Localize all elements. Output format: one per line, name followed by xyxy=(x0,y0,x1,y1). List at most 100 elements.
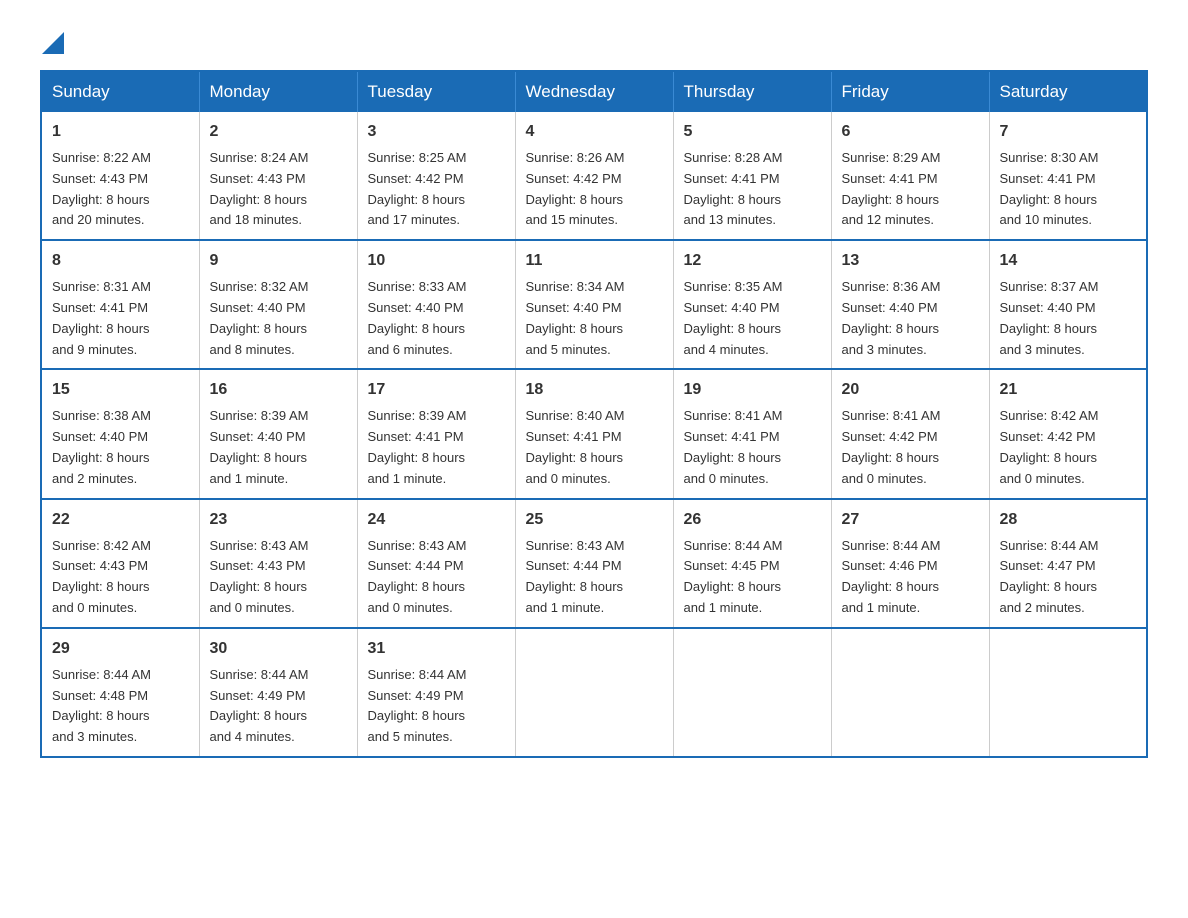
day-info: Sunrise: 8:42 AMSunset: 4:42 PMDaylight:… xyxy=(1000,406,1137,489)
calendar-cell: 2 Sunrise: 8:24 AMSunset: 4:43 PMDaylight… xyxy=(199,112,357,240)
calendar-table: SundayMondayTuesdayWednesdayThursdayFrid… xyxy=(40,70,1148,758)
day-number: 24 xyxy=(368,508,505,532)
calendar-cell: 27 Sunrise: 8:44 AMSunset: 4:46 PMDayligh… xyxy=(831,499,989,628)
day-info: Sunrise: 8:34 AMSunset: 4:40 PMDaylight:… xyxy=(526,277,663,360)
calendar-cell: 18 Sunrise: 8:40 AMSunset: 4:41 PMDayligh… xyxy=(515,369,673,498)
header-friday: Friday xyxy=(831,71,989,112)
day-info: Sunrise: 8:33 AMSunset: 4:40 PMDaylight:… xyxy=(368,277,505,360)
calendar-cell: 7 Sunrise: 8:30 AMSunset: 4:41 PMDaylight… xyxy=(989,112,1147,240)
day-number: 17 xyxy=(368,378,505,402)
day-info: Sunrise: 8:26 AMSunset: 4:42 PMDaylight:… xyxy=(526,148,663,231)
calendar-cell: 17 Sunrise: 8:39 AMSunset: 4:41 PMDayligh… xyxy=(357,369,515,498)
calendar-cell xyxy=(515,628,673,757)
calendar-cell: 22Sunrise: 8:42 AMSunset: 4:43 PMDayligh… xyxy=(41,499,199,628)
day-number: 10 xyxy=(368,249,505,273)
day-number: 8 xyxy=(52,249,189,273)
calendar-cell: 26Sunrise: 8:44 AMSunset: 4:45 PMDayligh… xyxy=(673,499,831,628)
day-info: Sunrise: 8:32 AMSunset: 4:40 PMDaylight:… xyxy=(210,277,347,360)
calendar-cell: 14 Sunrise: 8:37 AMSunset: 4:40 PMDayligh… xyxy=(989,240,1147,369)
day-info: Sunrise: 8:30 AMSunset: 4:41 PMDaylight:… xyxy=(1000,148,1137,231)
logo xyxy=(40,30,64,50)
calendar-cell: 9Sunrise: 8:32 AMSunset: 4:40 PMDaylight… xyxy=(199,240,357,369)
day-number: 15 xyxy=(52,378,189,402)
day-number: 5 xyxy=(684,120,821,144)
day-number: 31 xyxy=(368,637,505,661)
day-info: Sunrise: 8:44 AMSunset: 4:49 PMDaylight:… xyxy=(368,665,505,748)
day-number: 23 xyxy=(210,508,347,532)
day-info: Sunrise: 8:41 AMSunset: 4:42 PMDaylight:… xyxy=(842,406,979,489)
day-info: Sunrise: 8:44 AMSunset: 4:47 PMDaylight:… xyxy=(1000,536,1137,619)
header-thursday: Thursday xyxy=(673,71,831,112)
day-info: Sunrise: 8:22 AMSunset: 4:43 PMDaylight:… xyxy=(52,148,189,231)
day-number: 19 xyxy=(684,378,821,402)
calendar-cell: 3 Sunrise: 8:25 AMSunset: 4:42 PMDaylight… xyxy=(357,112,515,240)
calendar-cell: 8 Sunrise: 8:31 AMSunset: 4:41 PMDaylight… xyxy=(41,240,199,369)
calendar-cell: 16Sunrise: 8:39 AMSunset: 4:40 PMDayligh… xyxy=(199,369,357,498)
day-info: Sunrise: 8:28 AMSunset: 4:41 PMDaylight:… xyxy=(684,148,821,231)
calendar-cell: 29 Sunrise: 8:44 AMSunset: 4:48 PMDayligh… xyxy=(41,628,199,757)
calendar-cell: 19 Sunrise: 8:41 AMSunset: 4:41 PMDayligh… xyxy=(673,369,831,498)
day-info: Sunrise: 8:24 AMSunset: 4:43 PMDaylight:… xyxy=(210,148,347,231)
day-info: Sunrise: 8:35 AMSunset: 4:40 PMDaylight:… xyxy=(684,277,821,360)
calendar-cell: 31 Sunrise: 8:44 AMSunset: 4:49 PMDayligh… xyxy=(357,628,515,757)
day-info: Sunrise: 8:44 AMSunset: 4:46 PMDaylight:… xyxy=(842,536,979,619)
day-number: 27 xyxy=(842,508,979,532)
week-row-5: 29 Sunrise: 8:44 AMSunset: 4:48 PMDayligh… xyxy=(41,628,1147,757)
page-header xyxy=(40,30,1148,50)
day-number: 12 xyxy=(684,249,821,273)
calendar-cell: 25 Sunrise: 8:43 AMSunset: 4:44 PMDayligh… xyxy=(515,499,673,628)
calendar-cell: 1 Sunrise: 8:22 AMSunset: 4:43 PMDaylight… xyxy=(41,112,199,240)
day-info: Sunrise: 8:39 AMSunset: 4:41 PMDaylight:… xyxy=(368,406,505,489)
calendar-cell: 24 Sunrise: 8:43 AMSunset: 4:44 PMDayligh… xyxy=(357,499,515,628)
week-row-4: 22Sunrise: 8:42 AMSunset: 4:43 PMDayligh… xyxy=(41,499,1147,628)
calendar-cell: 20Sunrise: 8:41 AMSunset: 4:42 PMDayligh… xyxy=(831,369,989,498)
calendar-cell xyxy=(831,628,989,757)
calendar-cell: 28 Sunrise: 8:44 AMSunset: 4:47 PMDayligh… xyxy=(989,499,1147,628)
calendar-cell: 4 Sunrise: 8:26 AMSunset: 4:42 PMDaylight… xyxy=(515,112,673,240)
calendar-cell: 6Sunrise: 8:29 AMSunset: 4:41 PMDaylight… xyxy=(831,112,989,240)
day-info: Sunrise: 8:43 AMSunset: 4:44 PMDaylight:… xyxy=(526,536,663,619)
day-info: Sunrise: 8:43 AMSunset: 4:43 PMDaylight:… xyxy=(210,536,347,619)
day-info: Sunrise: 8:40 AMSunset: 4:41 PMDaylight:… xyxy=(526,406,663,489)
day-number: 25 xyxy=(526,508,663,532)
calendar-cell xyxy=(989,628,1147,757)
calendar-cell: 13Sunrise: 8:36 AMSunset: 4:40 PMDayligh… xyxy=(831,240,989,369)
calendar-cell xyxy=(673,628,831,757)
day-info: Sunrise: 8:36 AMSunset: 4:40 PMDaylight:… xyxy=(842,277,979,360)
day-info: Sunrise: 8:43 AMSunset: 4:44 PMDaylight:… xyxy=(368,536,505,619)
header-saturday: Saturday xyxy=(989,71,1147,112)
day-number: 4 xyxy=(526,120,663,144)
calendar-cell: 15Sunrise: 8:38 AMSunset: 4:40 PMDayligh… xyxy=(41,369,199,498)
calendar-cell: 30Sunrise: 8:44 AMSunset: 4:49 PMDayligh… xyxy=(199,628,357,757)
day-number: 11 xyxy=(526,249,663,273)
day-number: 22 xyxy=(52,508,189,532)
calendar-cell: 10 Sunrise: 8:33 AMSunset: 4:40 PMDayligh… xyxy=(357,240,515,369)
header-sunday: Sunday xyxy=(41,71,199,112)
day-info: Sunrise: 8:37 AMSunset: 4:40 PMDaylight:… xyxy=(1000,277,1137,360)
header-tuesday: Tuesday xyxy=(357,71,515,112)
day-number: 21 xyxy=(1000,378,1137,402)
day-number: 18 xyxy=(526,378,663,402)
header-monday: Monday xyxy=(199,71,357,112)
day-number: 3 xyxy=(368,120,505,144)
day-number: 2 xyxy=(210,120,347,144)
day-info: Sunrise: 8:25 AMSunset: 4:42 PMDaylight:… xyxy=(368,148,505,231)
logo-triangle-icon xyxy=(42,32,64,54)
calendar-header-row: SundayMondayTuesdayWednesdayThursdayFrid… xyxy=(41,71,1147,112)
calendar-cell: 23 Sunrise: 8:43 AMSunset: 4:43 PMDayligh… xyxy=(199,499,357,628)
day-info: Sunrise: 8:31 AMSunset: 4:41 PMDaylight:… xyxy=(52,277,189,360)
day-number: 28 xyxy=(1000,508,1137,532)
calendar-cell: 11 Sunrise: 8:34 AMSunset: 4:40 PMDayligh… xyxy=(515,240,673,369)
day-info: Sunrise: 8:44 AMSunset: 4:49 PMDaylight:… xyxy=(210,665,347,748)
day-number: 1 xyxy=(52,120,189,144)
day-info: Sunrise: 8:41 AMSunset: 4:41 PMDaylight:… xyxy=(684,406,821,489)
header-wednesday: Wednesday xyxy=(515,71,673,112)
calendar-cell: 5 Sunrise: 8:28 AMSunset: 4:41 PMDaylight… xyxy=(673,112,831,240)
day-info: Sunrise: 8:39 AMSunset: 4:40 PMDaylight:… xyxy=(210,406,347,489)
week-row-2: 8 Sunrise: 8:31 AMSunset: 4:41 PMDaylight… xyxy=(41,240,1147,369)
day-info: Sunrise: 8:44 AMSunset: 4:48 PMDaylight:… xyxy=(52,665,189,748)
day-number: 7 xyxy=(1000,120,1137,144)
day-number: 29 xyxy=(52,637,189,661)
week-row-3: 15Sunrise: 8:38 AMSunset: 4:40 PMDayligh… xyxy=(41,369,1147,498)
day-number: 14 xyxy=(1000,249,1137,273)
